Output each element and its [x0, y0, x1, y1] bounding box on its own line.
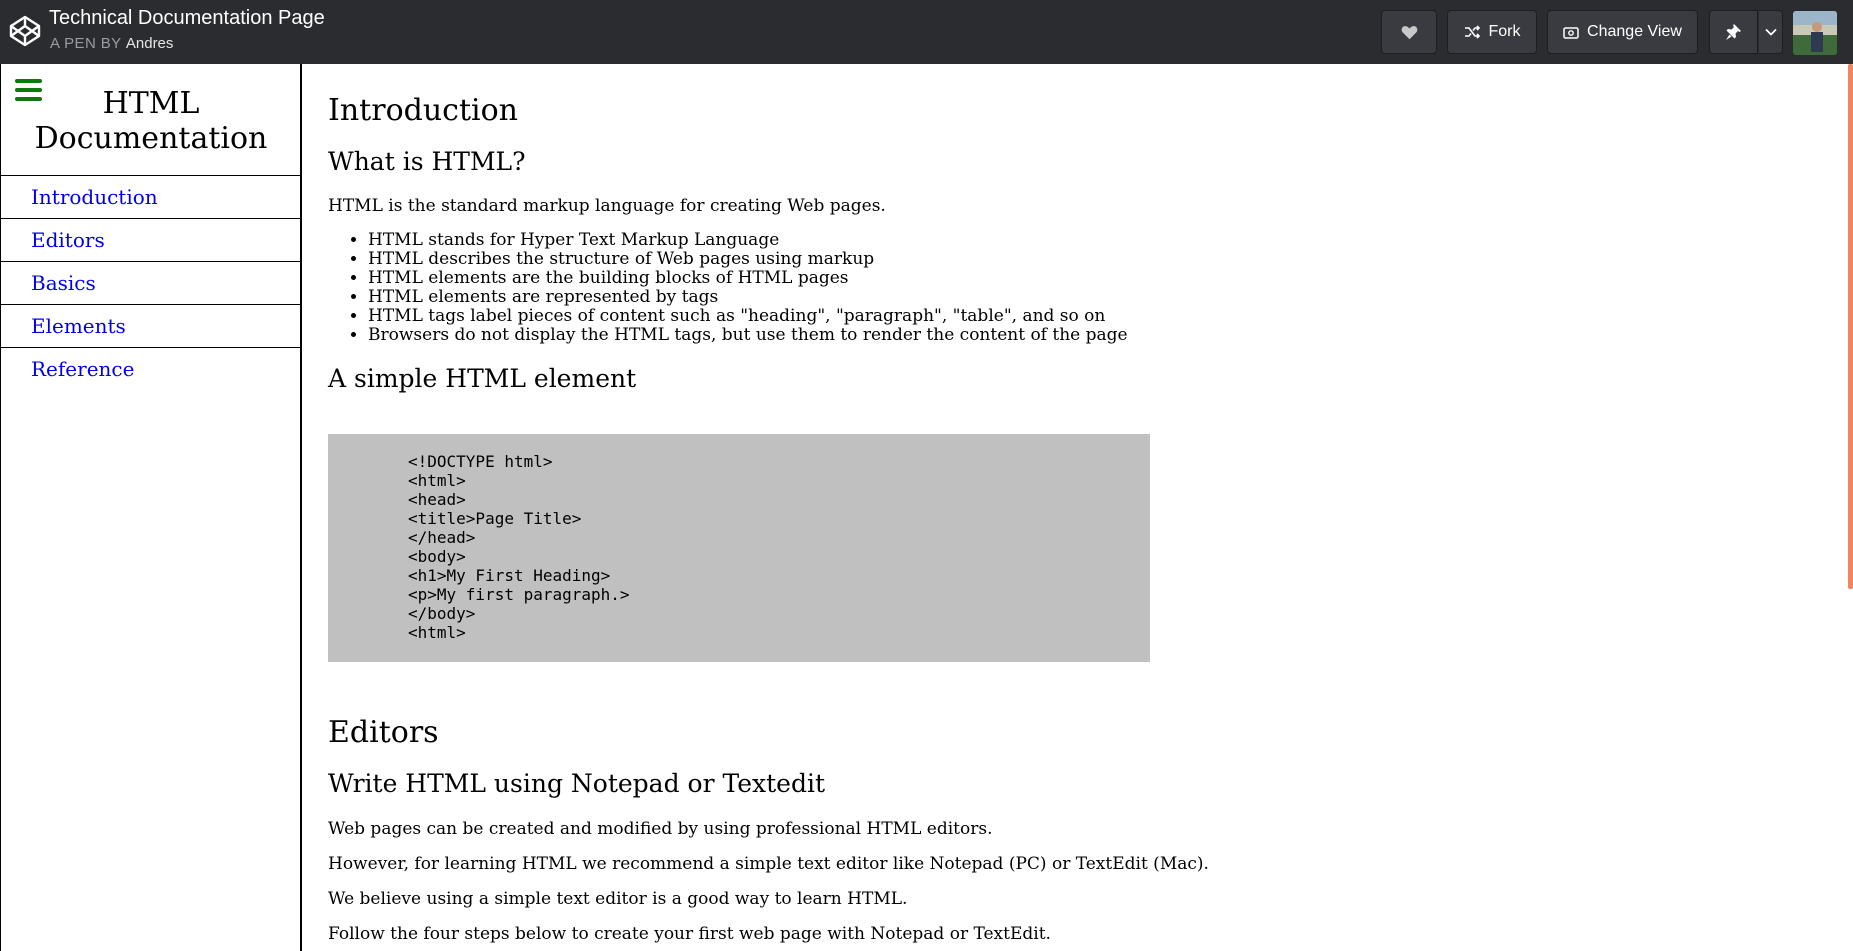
author-link[interactable]: Andres: [126, 35, 174, 52]
pen-author-line: A PEN BY Andres: [50, 35, 173, 52]
pin-icon: [1726, 24, 1741, 40]
nav-link-reference[interactable]: Reference: [1, 347, 301, 390]
codepen-header: Technical Documentation Page A PEN BY An…: [0, 0, 1853, 64]
heart-icon: [1401, 25, 1417, 39]
nav-link-elements[interactable]: Elements: [1, 304, 301, 347]
intro-paragraph: HTML is the standard markup language for…: [328, 196, 886, 216]
change-view-button[interactable]: Change View: [1547, 10, 1698, 54]
editors-paragraph: Follow the four steps below to create yo…: [328, 924, 1051, 944]
list-item: HTML stands for Hyper Text Markup Langua…: [368, 231, 1128, 250]
nav-link-editors[interactable]: Editors: [1, 218, 301, 261]
user-avatar[interactable]: [1793, 11, 1837, 55]
code-line: </head>: [408, 528, 476, 547]
editors-paragraph: Web pages can be created and modified by…: [328, 819, 993, 839]
editors-paragraph: However, for learning HTML we recommend …: [328, 854, 1209, 874]
nav-link-introduction[interactable]: Introduction: [1, 175, 301, 218]
section-heading-editors: Editors: [328, 715, 439, 750]
pin-button[interactable]: [1709, 10, 1758, 54]
scrollbar-thumb[interactable]: [1848, 64, 1853, 589]
change-view-label: Change View: [1587, 23, 1682, 40]
nav-links: Introduction Editors Basics Elements Ref…: [1, 175, 301, 390]
pen-by-label: A PEN BY: [50, 35, 122, 52]
code-line: <html>: [408, 471, 466, 490]
subheading-notepad-textedit: Write HTML using Notepad or Textedit: [328, 769, 825, 798]
sidebar-title: HTML Documentation: [1, 86, 301, 156]
change-view-icon: [1563, 26, 1579, 39]
section-heading-introduction: Introduction: [328, 93, 518, 128]
nav-link-basics[interactable]: Basics: [1, 261, 301, 304]
editors-paragraph: We believe using a simple text editor is…: [328, 889, 908, 909]
fork-icon: [1464, 25, 1480, 39]
sidebar-navbar: HTML Documentation Introduction Editors …: [0, 64, 302, 951]
sidebar-title-line1: HTML: [102, 86, 200, 121]
fork-label: Fork: [1488, 23, 1521, 40]
list-item: HTML elements are the building blocks of…: [368, 269, 1128, 288]
list-item: HTML elements are represented by tags: [368, 288, 1128, 307]
pin-menu-button[interactable]: [1758, 10, 1783, 54]
fork-button[interactable]: Fork: [1447, 10, 1537, 54]
heart-button[interactable]: [1381, 10, 1437, 54]
main-doc: Introduction What is HTML? HTML is the s…: [328, 64, 1828, 951]
code-line: <body>: [408, 547, 466, 566]
codepen-logo-icon[interactable]: [8, 14, 42, 48]
list-item: HTML describes the structure of Web page…: [368, 250, 1128, 269]
subheading-simple-element: A simple HTML element: [328, 364, 637, 393]
intro-bullet-list: HTML stands for Hyper Text Markup Langua…: [328, 231, 1128, 345]
list-item: Browsers do not display the HTML tags, b…: [368, 326, 1128, 345]
code-line: <p>My first paragraph.>: [408, 585, 630, 604]
code-line: <html>: [408, 623, 466, 642]
code-line: <title>Page Title>: [408, 509, 582, 528]
code-line: <!DOCTYPE html>: [408, 452, 553, 471]
subheading-what-is-html: What is HTML?: [328, 147, 526, 176]
code-block: <!DOCTYPE html> <html> <head> <title>Pag…: [328, 434, 1150, 662]
chevron-down-icon: [1764, 28, 1777, 36]
pen-title[interactable]: Technical Documentation Page: [49, 7, 325, 30]
sidebar-title-line2: Documentation: [34, 121, 268, 156]
avatar-photo: [1793, 11, 1837, 55]
code-line: <head>: [408, 490, 466, 509]
code-line: </body>: [408, 604, 476, 623]
list-item: HTML tags label pieces of content such a…: [368, 307, 1128, 326]
code-line: <h1>My First Heading>: [408, 566, 611, 585]
